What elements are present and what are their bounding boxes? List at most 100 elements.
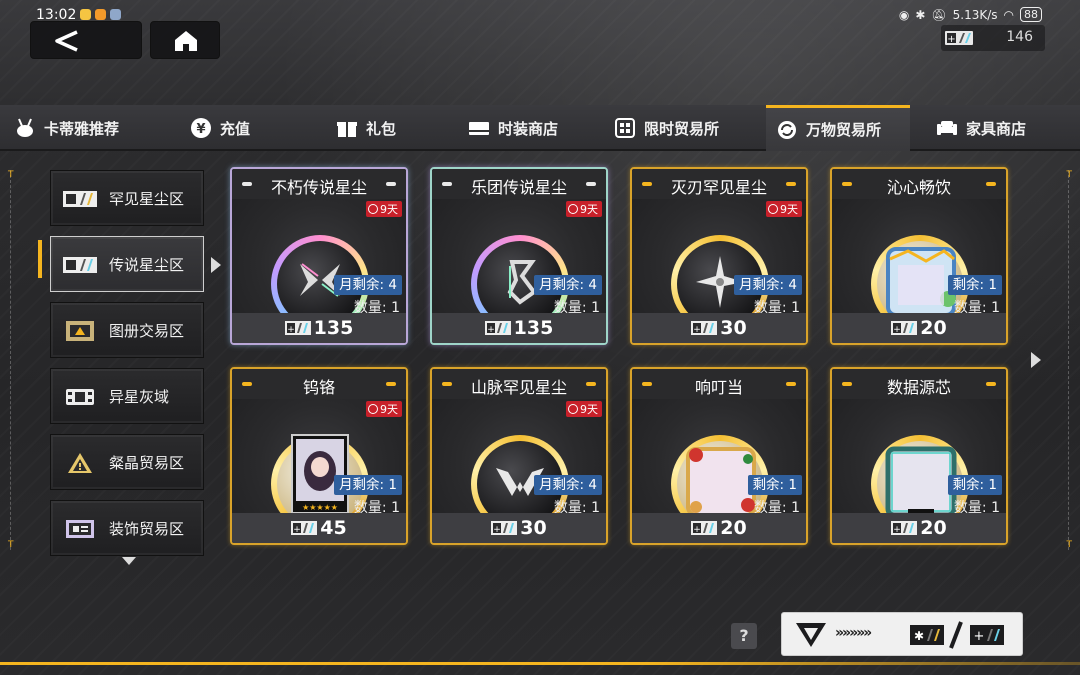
rail-marker: T xyxy=(8,540,14,550)
tab-gift-pack[interactable]: 礼包 xyxy=(336,105,446,151)
item-card-header: 乐团传说星尘 xyxy=(432,169,606,199)
stardust-currency-icon: + xyxy=(945,29,973,51)
gift-icon xyxy=(336,117,358,139)
tab-label: 卡蒂雅推荐 xyxy=(44,119,120,138)
decor-card-icon xyxy=(61,517,99,541)
tab-universal-trade[interactable]: 万物贸易所 xyxy=(766,105,910,151)
chair-icon xyxy=(936,117,958,139)
back-arrow-icon xyxy=(55,30,78,52)
sidebar-item-rare-stardust[interactable]: 罕见星尘区 xyxy=(50,170,204,226)
item-title: 山脉罕见星尘 xyxy=(470,378,567,397)
notification-app-icon xyxy=(110,9,121,20)
network-speed: 5.13K/s xyxy=(952,7,998,22)
time-limit-badge: 9天 xyxy=(366,401,402,417)
next-page-arrow-icon[interactable] xyxy=(1031,352,1041,368)
bottom-accent-line xyxy=(0,662,1080,665)
sidebar-item-label: 粲晶贸易区 xyxy=(109,454,185,472)
sidebar-item-alien-greyzone[interactable]: 异星灰域 xyxy=(50,368,204,424)
item-card[interactable]: 灭刃罕见星尘 9天 月剩余: 4 数量: 1 + 30 xyxy=(630,167,808,345)
tab-furniture-shop[interactable]: 家具商店 xyxy=(936,105,1066,151)
sidebar-item-label: 罕见星尘区 xyxy=(109,190,185,208)
legend-stardust-icon: + xyxy=(970,625,1004,645)
back-button[interactable] xyxy=(30,21,142,59)
tab-fashion-shop[interactable]: 时装商店 xyxy=(468,105,598,151)
sidebar-item-crystal-trade[interactable]: 粲晶贸易区 xyxy=(50,434,204,490)
tab-katiya-recommend[interactable]: 卡蒂雅推荐 xyxy=(10,105,170,151)
clock-icon xyxy=(568,404,578,414)
refresh-icon xyxy=(776,119,798,141)
header-dash xyxy=(386,182,396,186)
stardust-ticket-icon xyxy=(61,253,99,277)
tab-label: 礼包 xyxy=(366,119,397,138)
svg-text:+: + xyxy=(287,325,295,335)
item-price: 20 xyxy=(920,517,947,539)
item-card[interactable]: 数据源芯 剩余: 1 数量: 1 + 20 xyxy=(830,367,1008,545)
currency-display[interactable]: + 146 xyxy=(941,25,1045,51)
price-bar: + 20 xyxy=(832,513,1006,543)
legend-stardust-currency-icon: + xyxy=(284,321,311,335)
sidebar-scroll-down-icon[interactable] xyxy=(122,557,136,565)
album-icon xyxy=(61,319,99,343)
item-card-header: 不朽传说星尘 xyxy=(232,169,406,199)
rail-marker: T xyxy=(1066,540,1073,550)
svg-text:+: + xyxy=(893,525,901,535)
right-rail-decoration xyxy=(1068,170,1070,550)
svg-text:+: + xyxy=(947,34,955,45)
remaining-count: 月剩余: 4 xyxy=(334,275,402,295)
exchange-direction-icon: »»»»» xyxy=(835,625,872,641)
sidebar-item-label: 异星灰域 xyxy=(109,388,170,406)
notification-app-icon xyxy=(80,9,91,20)
price-bar: + 20 xyxy=(632,513,806,543)
sidebar-active-indicator xyxy=(38,240,42,278)
item-card[interactable]: 响叮当 剩余: 1 数量: 1 + 20 xyxy=(630,367,808,545)
legend-stardust-currency-icon: + xyxy=(891,321,918,335)
clock-icon xyxy=(368,204,378,214)
item-card-header: 灭刃罕见星尘 xyxy=(632,169,806,199)
item-card[interactable]: 沁心畅饮 剩余: 1 数量: 1 + 20 xyxy=(830,167,1008,345)
item-card[interactable]: 山脉罕见星尘 9天 月剩余: 4 数量: 1 + 30 xyxy=(430,367,608,545)
left-rail-decoration xyxy=(10,170,12,550)
bunny-icon xyxy=(14,117,36,139)
notification-app-icon xyxy=(95,9,106,20)
item-card[interactable]: 不朽传说星尘 9天 月剩余: 4 数量: 1 + 135 xyxy=(230,167,408,345)
item-card-header: 山脉罕见星尘 xyxy=(432,369,606,399)
legend-stardust-currency-icon: + xyxy=(484,321,511,335)
currency-amount: 146 xyxy=(1006,29,1033,45)
home-button[interactable] xyxy=(150,21,220,59)
legend-stardust-currency-icon: + xyxy=(291,521,318,535)
remaining-count: 剩余: 1 xyxy=(947,475,1002,495)
help-button[interactable]: ? xyxy=(731,623,757,649)
grid-icon xyxy=(614,117,636,139)
sidebar-item-legend-stardust[interactable]: 传说星尘区 xyxy=(50,236,204,292)
status-right: ◉ ✱ 🔕︎ 5.13K/s ◠ 88 xyxy=(899,7,1042,22)
header-dash xyxy=(386,382,396,386)
sidebar-item-label: 图册交易区 xyxy=(109,322,185,340)
svg-text:+: + xyxy=(487,325,495,335)
header-dash xyxy=(586,382,596,386)
tab-label: 时装商店 xyxy=(498,119,559,138)
tab-label: 家具商店 xyxy=(966,119,1027,138)
remaining-count: 月剩余: 4 xyxy=(734,275,802,295)
yen-icon: ¥ xyxy=(190,117,212,139)
tab-limited-trade[interactable]: 限时贸易所 xyxy=(614,105,754,151)
price-bar: + 135 xyxy=(232,313,406,343)
item-title: 钨铬 xyxy=(302,378,335,397)
item-card[interactable]: 钨铬 ★★★★★ 9天 月剩余: 1 数量: 1 + 45 xyxy=(230,367,408,545)
tab-label: 充值 xyxy=(220,119,251,138)
tab-bar: 卡蒂雅推荐 ¥ 充值 礼包 时装商店 限时贸易所 万物贸易所 家具商店 xyxy=(0,105,1080,151)
film-icon xyxy=(61,385,99,409)
status-app-icons xyxy=(80,9,121,20)
sidebar-item-label: 传说星尘区 xyxy=(109,256,185,274)
item-card-header: 钨铬 xyxy=(232,369,406,399)
remaining-count: 月剩余: 1 xyxy=(334,475,402,495)
card-icon xyxy=(468,117,490,139)
item-price: 135 xyxy=(513,317,554,339)
header-dash xyxy=(786,382,796,386)
battery-indicator: 88 xyxy=(1020,7,1042,22)
sidebar-item-album-trade[interactable]: 图册交易区 xyxy=(50,302,204,358)
remaining-count: 剩余: 1 xyxy=(747,475,802,495)
tab-recharge[interactable]: ¥ 充值 xyxy=(190,105,310,151)
item-card[interactable]: 乐团传说星尘 9天 月剩余: 4 数量: 1 + 135 xyxy=(430,167,608,345)
sidebar-item-decor-trade[interactable]: 装饰贸易区 xyxy=(50,500,204,556)
stardust-exchange-panel[interactable]: »»»»» ✱ + xyxy=(781,612,1023,656)
